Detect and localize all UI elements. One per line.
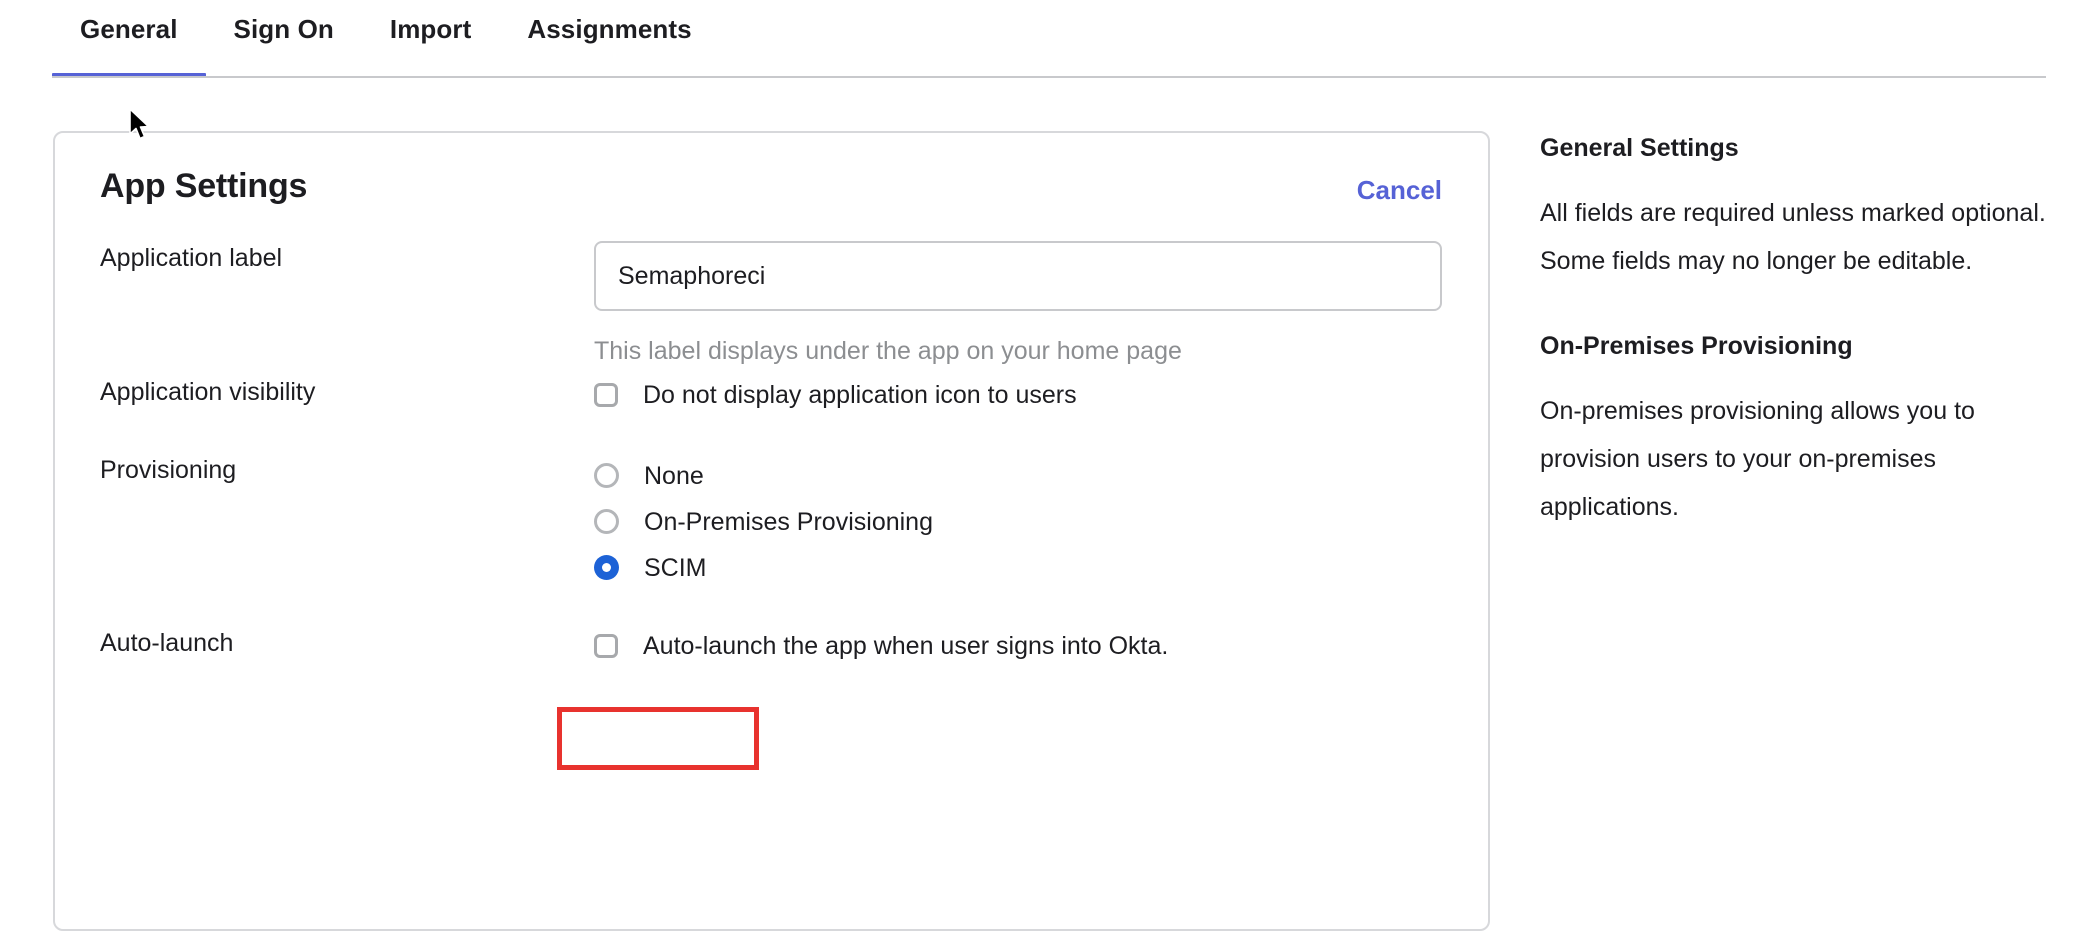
provisioning-control: None On-Premises Provisioning SCIM — [594, 453, 1468, 590]
radio-option-none-label: None — [644, 461, 704, 490]
checkbox-icon[interactable] — [594, 383, 618, 407]
auto-launch-checkbox[interactable]: Auto-launch the app when user signs into… — [594, 626, 1468, 666]
app-settings-card: App Settings Cancel Application label Th… — [53, 131, 1490, 931]
radio-option-none[interactable]: None — [594, 453, 1468, 498]
tab-general-label: General — [80, 14, 178, 44]
provisioning-radio-group: None On-Premises Provisioning SCIM — [594, 453, 1468, 590]
tab-bar-divider — [52, 76, 2046, 78]
tab-assignments-label: Assignments — [527, 14, 692, 44]
cancel-button[interactable]: Cancel — [1357, 175, 1442, 206]
radio-option-on-premises-provisioning[interactable]: On-Premises Provisioning — [594, 499, 1468, 544]
help-panel: General Settings All fields are required… — [1540, 131, 2052, 575]
auto-launch-checkbox-label: Auto-launch the app when user signs into… — [643, 632, 1169, 660]
tab-import-label: Import — [389, 14, 472, 44]
auto-launch-label: Auto-launch — [100, 629, 234, 657]
tab-assignments[interactable]: Assignments — [499, 0, 719, 78]
auto-launch-control: Auto-launch the app when user signs into… — [594, 626, 1468, 666]
application-label-control: This label displays under the app on you… — [594, 241, 1468, 367]
application-label-input[interactable] — [594, 241, 1442, 311]
help-body-general-settings: All fields are required unless marked op… — [1540, 199, 2046, 275]
tab-import[interactable]: Import — [362, 0, 499, 78]
radio-option-on-premises-provisioning-label: On-Premises Provisioning — [644, 507, 933, 536]
tab-list: General Sign On Import Assignments — [52, 0, 720, 78]
help-heading-on-premises-provisioning: On-Premises Provisioning — [1540, 332, 1853, 360]
application-label-hint: This label displays under the app on you… — [594, 337, 1182, 365]
application-label-label: Application label — [100, 244, 283, 272]
radio-selected-icon[interactable] — [594, 555, 619, 580]
radio-unselected-icon[interactable] — [594, 463, 619, 488]
tab-sign-on[interactable]: Sign On — [206, 0, 362, 78]
provisioning-label: Provisioning — [100, 456, 237, 484]
application-visibility-label: Application visibility — [100, 378, 316, 406]
help-body-on-premises-provisioning: On-premises provisioning allows you to p… — [1540, 397, 1975, 521]
tab-bar: General Sign On Import Assignments — [0, 0, 2094, 80]
page-title: App Settings — [100, 167, 308, 205]
radio-option-scim-label: SCIM — [644, 553, 707, 582]
card-header: App Settings Cancel — [55, 133, 1488, 243]
radio-option-scim[interactable]: SCIM — [594, 545, 1468, 590]
checkbox-icon[interactable] — [594, 634, 618, 658]
application-visibility-control: Do not display application icon to users — [594, 375, 1468, 415]
radio-unselected-icon[interactable] — [594, 509, 619, 534]
tab-general[interactable]: General — [52, 0, 206, 78]
tab-sign-on-label: Sign On — [233, 14, 334, 44]
do-not-display-icon-label: Do not display application icon to users — [643, 381, 1077, 409]
help-heading-general-settings: General Settings — [1540, 134, 1739, 162]
do-not-display-icon-checkbox[interactable]: Do not display application icon to users — [594, 375, 1468, 415]
